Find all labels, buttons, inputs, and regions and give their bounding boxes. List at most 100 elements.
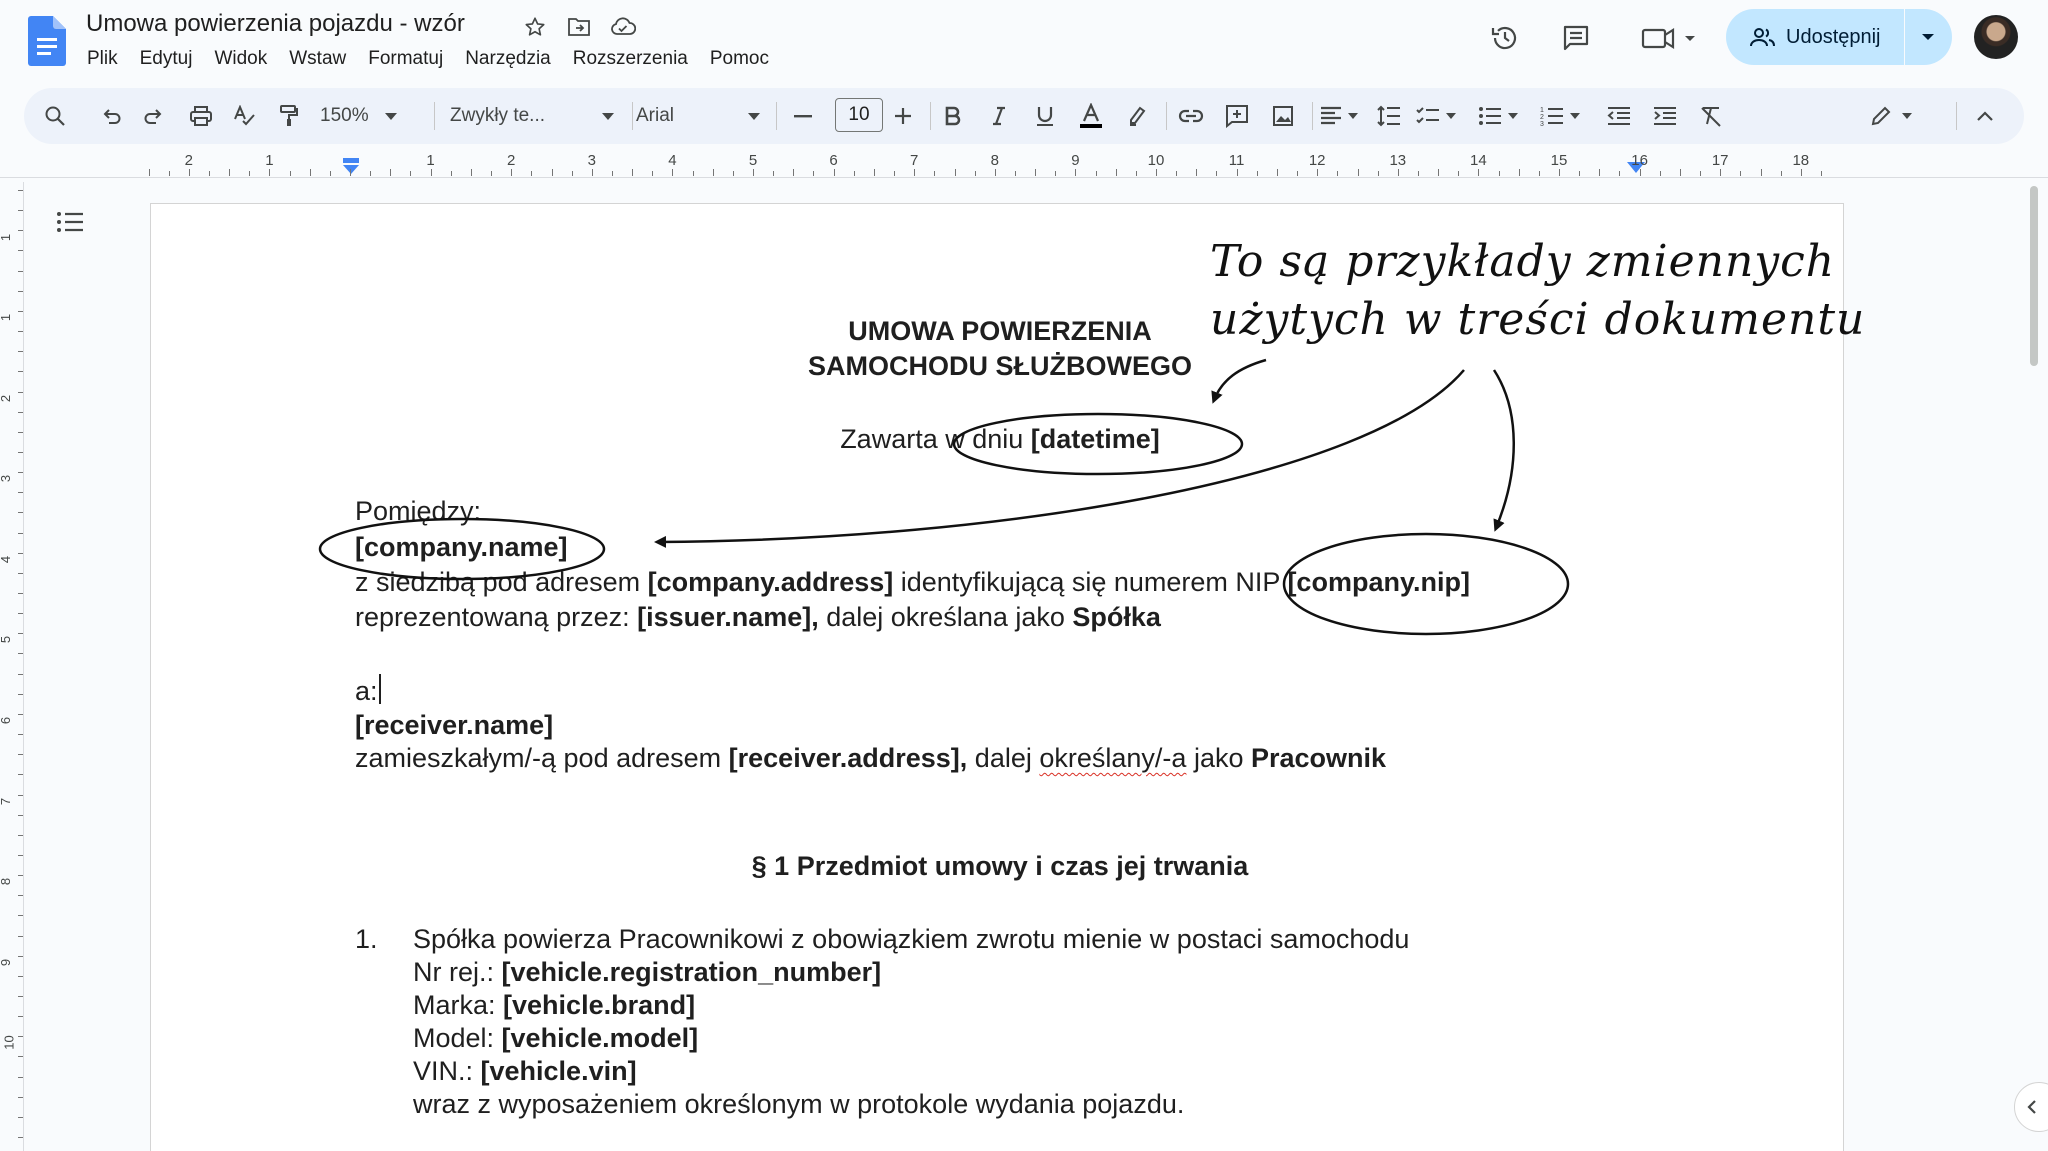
and-line: a: bbox=[355, 674, 381, 707]
vertical-ruler-tick bbox=[18, 431, 23, 433]
document-title[interactable]: Umowa powierzenia pojazdu - wzór bbox=[86, 10, 465, 38]
side-panel-toggle[interactable] bbox=[2014, 1082, 2048, 1132]
menu-view[interactable]: Widok bbox=[203, 46, 278, 72]
menu-format[interactable]: Formatuj bbox=[357, 46, 454, 72]
comments-icon[interactable] bbox=[1556, 18, 1596, 58]
print-icon[interactable] bbox=[184, 96, 218, 136]
meet-video-icon[interactable] bbox=[1634, 18, 1704, 58]
left-indent-marker-icon[interactable] bbox=[341, 158, 361, 176]
ruler-tick bbox=[168, 171, 170, 176]
undo-icon[interactable] bbox=[94, 96, 128, 136]
align-menu[interactable] bbox=[1320, 96, 1370, 136]
clear-formatting-icon[interactable] bbox=[1694, 96, 1728, 136]
document-page[interactable]: UMOWA POWIERZENIA SAMOCHODU SŁUŻBOWEGO Z… bbox=[150, 203, 1844, 1151]
version-history-icon[interactable] bbox=[1485, 18, 1525, 58]
hide-menus-icon[interactable] bbox=[1968, 96, 2002, 136]
vertical-ruler-tick bbox=[18, 290, 23, 292]
vertical-ruler-tick bbox=[18, 854, 23, 856]
paint-format-icon[interactable] bbox=[272, 96, 306, 136]
checklist-menu[interactable] bbox=[1416, 96, 1470, 136]
ruler-divider bbox=[0, 177, 2048, 178]
chevron-down-icon bbox=[1348, 113, 1358, 119]
chevron-down-icon bbox=[1446, 113, 1456, 119]
ruler-tick bbox=[470, 169, 472, 176]
line-spacing-icon[interactable] bbox=[1372, 96, 1406, 136]
share-dropdown[interactable] bbox=[1905, 9, 1951, 65]
avatar[interactable] bbox=[1974, 15, 2018, 59]
vertical-ruler-tick bbox=[18, 391, 23, 393]
spellcheck-icon[interactable] bbox=[228, 96, 262, 136]
increase-font-icon[interactable] bbox=[886, 96, 920, 136]
share-button[interactable]: Udostępnij bbox=[1726, 9, 1904, 65]
vertical-ruler-tick bbox=[18, 250, 23, 252]
font-size-input[interactable]: 10 bbox=[835, 98, 883, 132]
horizontal-ruler[interactable]: 2 1 1 2 3 4 5 6 7 8 9 10 11 12 13 14 15 16 17 18 bbox=[0, 150, 2048, 178]
menu-file[interactable]: Plik bbox=[76, 46, 129, 72]
ruler-tick bbox=[611, 171, 613, 176]
ruler-tick bbox=[1659, 171, 1661, 176]
ruler-tick bbox=[249, 171, 251, 176]
editing-mode-menu[interactable] bbox=[1870, 96, 1932, 136]
ruler-tick bbox=[188, 169, 190, 176]
ruler-tick bbox=[1216, 171, 1218, 176]
menu-tools[interactable]: Narzędzia bbox=[454, 46, 562, 72]
docs-logo-icon[interactable] bbox=[28, 16, 66, 66]
ruler-tick bbox=[551, 169, 553, 176]
ruler-tick bbox=[712, 169, 714, 176]
search-menus-icon[interactable] bbox=[38, 96, 72, 136]
decrease-font-icon[interactable] bbox=[786, 96, 820, 136]
vertical-ruler-tick bbox=[18, 1016, 23, 1018]
vertical-ruler-label: 1 bbox=[0, 234, 13, 241]
insert-image-icon[interactable] bbox=[1266, 96, 1300, 136]
text-color-icon[interactable] bbox=[1074, 96, 1108, 136]
vertical-ruler-tick bbox=[18, 1076, 23, 1078]
vertical-ruler[interactable]: 1 1 2 3 4 5 6 7 8 9 10 bbox=[0, 182, 24, 1151]
menu-edit[interactable]: Edytuj bbox=[129, 46, 204, 72]
ruler-tick bbox=[853, 171, 855, 176]
bold-icon[interactable] bbox=[936, 96, 970, 136]
insert-link-icon[interactable] bbox=[1174, 96, 1208, 136]
italic-icon[interactable] bbox=[982, 96, 1016, 136]
vertical-ruler-tick bbox=[18, 451, 23, 453]
bulleted-list-menu[interactable] bbox=[1478, 96, 1532, 136]
ruler-label: 2 bbox=[184, 152, 193, 169]
ruler-tick bbox=[793, 169, 795, 176]
vertical-ruler-tick bbox=[18, 774, 23, 776]
item-1-text: Spółka powierza Pracownikowi z obowiązki… bbox=[413, 924, 1410, 954]
ruler-tick bbox=[873, 169, 875, 176]
ruler-label: 15 bbox=[1550, 152, 1568, 169]
toolbar-divider bbox=[1956, 102, 1957, 130]
style-select[interactable]: Zwykły te... bbox=[450, 96, 620, 136]
ruler-tick bbox=[1357, 169, 1359, 176]
numbered-list-menu[interactable]: 123 bbox=[1540, 96, 1594, 136]
redo-icon[interactable] bbox=[137, 96, 171, 136]
zoom-select[interactable]: 150% bbox=[320, 96, 420, 136]
vertical-ruler-tick bbox=[18, 794, 23, 796]
underline-icon[interactable] bbox=[1028, 96, 1062, 136]
vertical-ruler-label: 2 bbox=[0, 394, 13, 401]
document-outline-icon[interactable] bbox=[56, 210, 90, 244]
decrease-indent-icon[interactable] bbox=[1602, 96, 1636, 136]
ruler-tick bbox=[1438, 169, 1440, 176]
ruler-label: 7 bbox=[910, 152, 919, 169]
menu-help[interactable]: Pomoc bbox=[699, 46, 780, 72]
item-1-tail: wraz z wyposażeniem określonym w protoko… bbox=[413, 1089, 1185, 1119]
vertical-scrollbar[interactable] bbox=[2030, 186, 2038, 366]
star-icon[interactable] bbox=[520, 12, 550, 42]
vertical-ruler-tick bbox=[18, 1036, 23, 1038]
ruler-tick bbox=[813, 171, 815, 176]
add-comment-icon[interactable] bbox=[1220, 96, 1254, 136]
google-docs-window: Umowa powierzenia pojazdu - wzór Plik Ed… bbox=[0, 0, 2048, 1151]
menu-extensions[interactable]: Rozszerzenia bbox=[562, 46, 699, 72]
menu-insert[interactable]: Wstaw bbox=[278, 46, 357, 72]
vertical-ruler-tick bbox=[18, 975, 23, 977]
font-select[interactable]: Arial bbox=[636, 96, 766, 136]
highlight-color-icon[interactable] bbox=[1120, 96, 1154, 136]
vertical-ruler-tick bbox=[18, 734, 23, 736]
vertical-ruler-tick bbox=[18, 230, 23, 232]
cloud-saved-icon[interactable] bbox=[608, 12, 638, 42]
spelling-error[interactable]: określany/-a bbox=[1039, 743, 1186, 773]
move-folder-icon[interactable] bbox=[564, 12, 594, 42]
ruler-label: 6 bbox=[829, 152, 838, 169]
increase-indent-icon[interactable] bbox=[1648, 96, 1682, 136]
